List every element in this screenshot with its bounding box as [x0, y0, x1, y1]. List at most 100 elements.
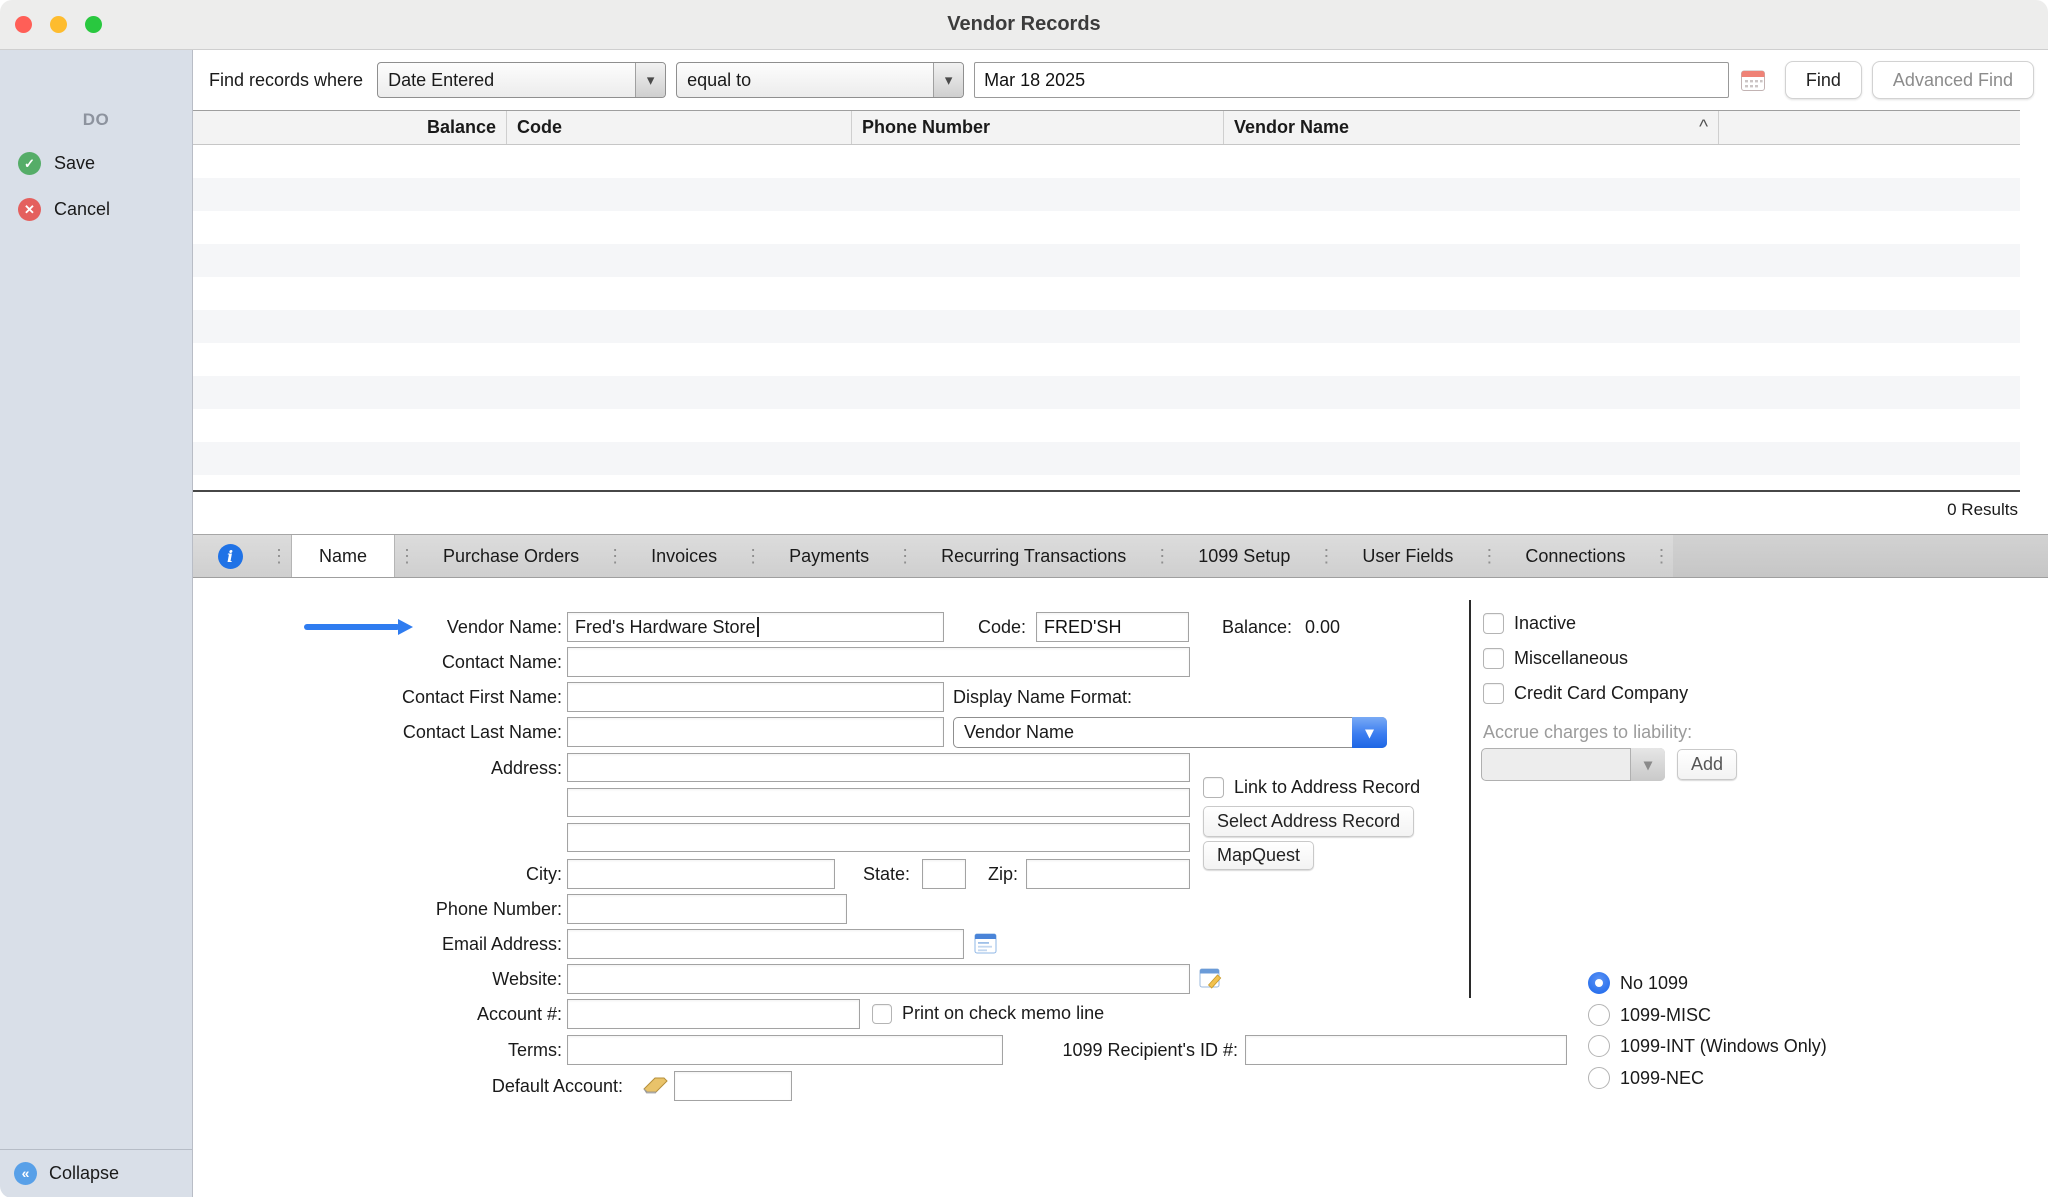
- tab-recurring-transactions[interactable]: Recurring Transactions: [917, 535, 1150, 577]
- print-on-check-memo-checkbox[interactable]: Print on check memo line: [872, 1003, 1104, 1024]
- radio-selected-icon: [1588, 972, 1610, 994]
- email-address-label: Email Address:: [273, 929, 562, 959]
- credit-card-company-checkbox[interactable]: Credit Card Company: [1483, 683, 1688, 704]
- contact-last-name-input[interactable]: [567, 717, 944, 747]
- radio-1099-nec[interactable]: 1099-NEC: [1588, 1067, 1704, 1089]
- collapse-sidebar-button[interactable]: « Collapse: [0, 1149, 192, 1197]
- tab-info[interactable]: i: [193, 535, 267, 577]
- calendar-picker-button[interactable]: [1739, 68, 1767, 92]
- tab-drag-handle-icon: ⋮: [1649, 535, 1673, 577]
- info-icon: i: [218, 544, 243, 569]
- find-operator-dropdown[interactable]: equal to ▾: [676, 62, 964, 98]
- account-number-input[interactable]: [567, 999, 860, 1029]
- checkbox-box: [1203, 777, 1224, 798]
- display-name-format-dropdown[interactable]: Vendor Name ▾: [953, 717, 1387, 748]
- contact-first-name-input[interactable]: [567, 682, 944, 712]
- mapquest-button[interactable]: MapQuest: [1203, 841, 1314, 870]
- find-value-input[interactable]: [974, 62, 1729, 98]
- sidebar-header: DO: [0, 110, 192, 130]
- address-line-1-input[interactable]: [567, 753, 1190, 782]
- tab-name[interactable]: Name: [291, 535, 395, 577]
- title-bar: Vendor Records: [0, 0, 2048, 50]
- window-title: Vendor Records: [0, 0, 2048, 49]
- tab-bar-filler: [1673, 535, 2048, 577]
- vendor-name-value: Fred's Hardware Store: [575, 617, 756, 638]
- save-button[interactable]: ✓ Save: [18, 152, 95, 175]
- 1099-nec-label: 1099-NEC: [1620, 1068, 1704, 1089]
- column-header-spacer: [1719, 111, 2020, 144]
- save-check-icon: ✓: [18, 152, 41, 175]
- panel-divider: [1469, 600, 1471, 998]
- email-compose-button[interactable]: [974, 932, 997, 960]
- tab-drag-handle-icon: ⋮: [395, 535, 419, 577]
- calendar-icon: [1740, 68, 1766, 92]
- cancel-button[interactable]: ✕ Cancel: [18, 198, 110, 221]
- results-count: 0 Results: [193, 500, 2048, 524]
- checkbox-box: [1483, 613, 1504, 634]
- advanced-find-button[interactable]: Advanced Find: [1872, 61, 2034, 99]
- display-name-format-value: Vendor Name: [964, 722, 1074, 743]
- no-1099-label: No 1099: [1620, 973, 1688, 994]
- vendor-name-input[interactable]: Fred's Hardware Store: [567, 612, 944, 642]
- account-number-label: Account #:: [273, 999, 562, 1029]
- address-line-2-input[interactable]: [567, 788, 1190, 817]
- tab-payments[interactable]: Payments: [765, 535, 893, 577]
- tab-connections[interactable]: Connections: [1501, 535, 1649, 577]
- radio-unselected-icon: [1588, 1004, 1610, 1026]
- find-field-dropdown[interactable]: Date Entered ▾: [377, 62, 666, 98]
- contact-name-input[interactable]: [567, 647, 1190, 677]
- tab-1099-setup[interactable]: 1099 Setup: [1174, 535, 1314, 577]
- column-header-code[interactable]: Code: [507, 111, 852, 144]
- add-liability-button[interactable]: Add: [1677, 749, 1737, 780]
- tab-drag-handle-icon: ⋮: [1477, 535, 1501, 577]
- accrue-liability-label: Accrue charges to liability:: [1483, 722, 1692, 743]
- radio-unselected-icon: [1588, 1067, 1610, 1089]
- tab-drag-handle-icon: ⋮: [603, 535, 627, 577]
- tab-invoices[interactable]: Invoices: [627, 535, 741, 577]
- select-address-record-button[interactable]: Select Address Record: [1203, 806, 1414, 837]
- default-account-lookup-button[interactable]: [641, 1075, 670, 1101]
- tab-drag-handle-icon: ⋮: [893, 535, 917, 577]
- column-header-phone-number[interactable]: Phone Number: [852, 111, 1224, 144]
- tab-bar: i ⋮ Name ⋮ Purchase Orders ⋮ Invoices ⋮ …: [193, 534, 2048, 578]
- city-input[interactable]: [567, 859, 835, 889]
- website-label: Website:: [273, 964, 562, 994]
- results-table-body[interactable]: [193, 145, 2020, 492]
- vendor-name-form: Vendor Name: Contact Name: Contact First…: [193, 578, 2048, 1196]
- link-to-address-record-checkbox[interactable]: Link to Address Record: [1203, 777, 1420, 798]
- terms-label: Terms:: [273, 1035, 562, 1065]
- account-lookup-icon: [641, 1075, 670, 1096]
- default-account-input[interactable]: [674, 1071, 792, 1101]
- phone-number-input[interactable]: [567, 894, 847, 924]
- radio-1099-int[interactable]: 1099-INT (Windows Only): [1588, 1035, 1827, 1057]
- recipient-id-input[interactable]: [1245, 1035, 1567, 1065]
- find-button[interactable]: Find: [1785, 61, 1862, 99]
- email-address-input[interactable]: [567, 929, 964, 959]
- recipient-id-label: 1099 Recipient's ID #:: [993, 1035, 1238, 1065]
- balance-label: Balance:: [1204, 612, 1292, 642]
- content-area: Find records where Date Entered ▾ equal …: [193, 50, 2048, 1197]
- miscellaneous-checkbox[interactable]: Miscellaneous: [1483, 648, 1628, 669]
- results-table: Balance Code Phone Number Vendor Name ^: [193, 110, 2020, 492]
- open-website-button[interactable]: [1199, 967, 1223, 995]
- terms-input[interactable]: [567, 1035, 1003, 1065]
- zip-input[interactable]: [1026, 859, 1190, 889]
- find-records-where-label: Find records where: [209, 70, 363, 91]
- column-header-vendor-name[interactable]: Vendor Name ^: [1224, 111, 1719, 144]
- radio-no-1099[interactable]: No 1099: [1588, 972, 1688, 994]
- tab-user-fields[interactable]: User Fields: [1338, 535, 1477, 577]
- tab-drag-handle-icon: ⋮: [1150, 535, 1174, 577]
- phone-number-label: Phone Number:: [273, 894, 562, 924]
- inactive-checkbox[interactable]: Inactive: [1483, 613, 1576, 634]
- print-on-check-memo-label: Print on check memo line: [902, 1003, 1104, 1024]
- code-input[interactable]: [1036, 612, 1189, 642]
- find-bar: Find records where Date Entered ▾ equal …: [193, 50, 2048, 110]
- sidebar: DO ✓ Save ✕ Cancel « Collapse: [0, 50, 193, 1197]
- tab-purchase-orders[interactable]: Purchase Orders: [419, 535, 603, 577]
- contact-last-name-label: Contact Last Name:: [273, 717, 562, 747]
- radio-1099-misc[interactable]: 1099-MISC: [1588, 1004, 1711, 1026]
- column-header-balance[interactable]: Balance: [193, 111, 507, 144]
- vendor-records-window: Vendor Records DO ✓ Save ✕ Cancel « Coll…: [0, 0, 2048, 1198]
- website-input[interactable]: [567, 964, 1190, 994]
- address-line-3-input[interactable]: [567, 823, 1190, 852]
